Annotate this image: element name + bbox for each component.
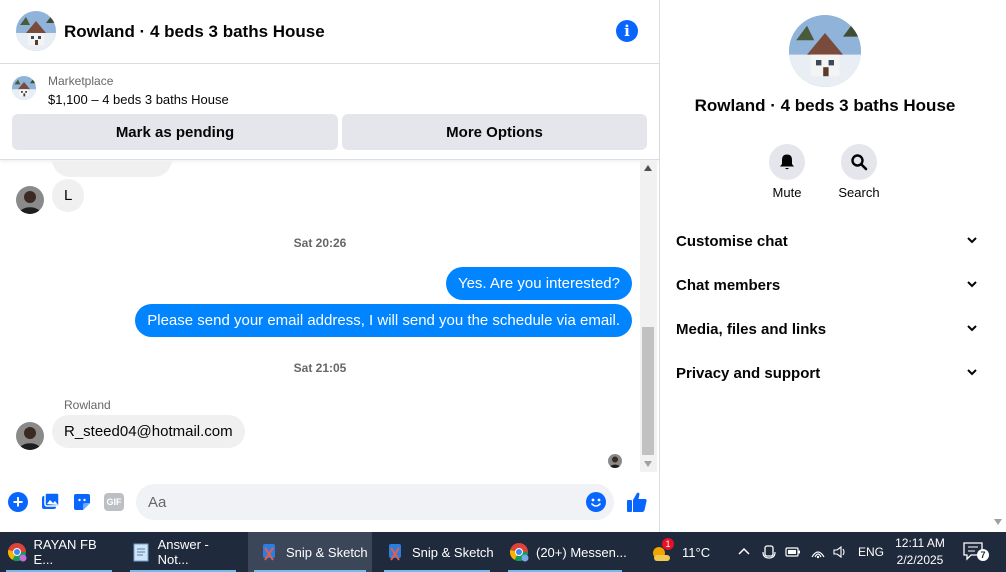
- section-customise-chat[interactable]: Customise chat: [676, 221, 978, 261]
- chat-header: Rowland · 4 beds 3 baths House i: [0, 0, 659, 64]
- notification-count-badge: 7: [977, 549, 989, 561]
- volume-icon[interactable]: [832, 532, 848, 572]
- panel-scroll-down-arrow-icon[interactable]: [994, 519, 1002, 525]
- seen-indicator-avatar: [608, 454, 622, 468]
- bell-icon[interactable]: [769, 144, 805, 180]
- timestamp: Sat 21:05: [293, 361, 347, 375]
- plus-icon[interactable]: +: [8, 492, 28, 512]
- weather-badge: 1: [662, 538, 674, 550]
- weather-widget[interactable]: 1 11°C: [650, 532, 710, 572]
- incoming-message: L: [52, 179, 85, 212]
- marketplace-banner: Marketplace $1,100 – 4 beds 3 baths Hous…: [0, 64, 659, 160]
- clock-time: 12:11 AM: [895, 536, 945, 550]
- mark-as-pending-button[interactable]: Mark as pending: [12, 114, 338, 150]
- sticker-icon[interactable]: [72, 492, 92, 512]
- snip-sketch-icon: [258, 541, 280, 563]
- snip-sketch-icon: [384, 541, 406, 563]
- message-input-box[interactable]: [136, 484, 614, 520]
- taskbar-app-chrome-rayan[interactable]: RAYAN FB E...: [0, 532, 118, 572]
- taskbar-app-chrome-messenger[interactable]: (20+) Messen...: [502, 532, 628, 572]
- wifi-icon[interactable]: [810, 532, 826, 572]
- section-label: Privacy and support: [676, 364, 821, 382]
- incoming-message: R_steed04@hotmail.com: [52, 415, 245, 448]
- sender-avatar[interactable]: [16, 422, 44, 450]
- search-button[interactable]: Search: [824, 144, 894, 200]
- profile-avatar[interactable]: [789, 15, 861, 87]
- message-bubble-partial: [52, 161, 172, 177]
- conversation-title[interactable]: Rowland · 4 beds 3 baths House: [64, 22, 325, 42]
- composer: + GIF: [0, 478, 659, 528]
- section-label: Media, files and links: [676, 320, 827, 338]
- outgoing-message: Yes. Are you interested?: [445, 267, 632, 300]
- sender-avatar[interactable]: [16, 186, 44, 214]
- section-media-files-links[interactable]: Media, files and links: [676, 309, 978, 349]
- taskbar-app-label: Answer - Not...: [157, 537, 209, 567]
- more-options-button[interactable]: More Options: [342, 114, 647, 150]
- chat-pane: Rowland · 4 beds 3 baths House i Marketp…: [0, 0, 660, 532]
- message-input[interactable]: [148, 484, 578, 520]
- message-scrollbar[interactable]: [640, 161, 657, 472]
- meet-now-icon[interactable]: [762, 532, 776, 572]
- search-label: Search: [838, 185, 880, 200]
- taskbar-app-label: Snip & Sketch: [286, 544, 368, 560]
- chevron-down-icon: [966, 233, 978, 250]
- emoji-icon[interactable]: [586, 492, 606, 512]
- taskbar-app-snip-sketch-active[interactable]: Snip & Sketch: [248, 532, 372, 572]
- photo-icon[interactable]: [40, 492, 60, 512]
- profile-title: Rowland · 4 beds 3 baths House: [694, 96, 956, 115]
- scroll-thumb[interactable]: [642, 327, 654, 455]
- chevron-down-icon: [966, 277, 978, 294]
- taskbar-app-notepad[interactable]: Answer - Not...: [124, 532, 242, 572]
- messenger-window: Rowland · 4 beds 3 baths House i Marketp…: [0, 0, 1006, 572]
- conversation-avatar[interactable]: [16, 11, 56, 51]
- weather-temperature: 11°C: [682, 544, 711, 560]
- chevron-down-icon: [966, 321, 978, 338]
- chevron-down-icon: [966, 365, 978, 382]
- windows-taskbar: RAYAN FB E... Answer - Not... Snip & Ske…: [0, 532, 1006, 572]
- message-list: L Sat 20:26 Yes. Are you interested? Ple…: [0, 161, 640, 472]
- chrome-icon: [508, 541, 530, 563]
- mute-button[interactable]: Mute: [752, 144, 822, 200]
- weather-icon: 1: [650, 538, 674, 563]
- listing-thumbnail[interactable]: [12, 76, 36, 100]
- notification-center[interactable]: 7: [962, 532, 989, 572]
- chevron-up-icon[interactable]: [737, 532, 751, 572]
- search-icon[interactable]: [841, 144, 877, 180]
- timestamp: Sat 20:26: [293, 236, 347, 250]
- marketplace-label: Marketplace: [48, 74, 114, 88]
- scroll-down-arrow-icon[interactable]: [644, 461, 652, 467]
- section-privacy-support[interactable]: Privacy and support: [676, 353, 978, 393]
- outgoing-message: Please send your email address, I will s…: [135, 304, 632, 337]
- system-clock[interactable]: 12:11 AM 2/2/2025: [880, 535, 960, 569]
- taskbar-app-label: Snip & Sketch: [412, 544, 494, 560]
- info-icon[interactable]: i: [616, 20, 638, 42]
- section-label: Customise chat: [676, 232, 788, 250]
- battery-icon[interactable]: [785, 532, 801, 572]
- taskbar-app-label: (20+) Messen...: [536, 544, 627, 560]
- gif-icon[interactable]: GIF: [104, 493, 124, 511]
- thumbs-up-icon[interactable]: [625, 490, 649, 514]
- scroll-up-arrow-icon[interactable]: [644, 165, 652, 171]
- chrome-icon: [6, 541, 28, 563]
- conversation-details-panel: Rowland · 4 beds 3 baths House Mute Sear…: [660, 0, 1006, 532]
- mute-label: Mute: [772, 185, 802, 200]
- listing-title[interactable]: $1,100 – 4 beds 3 baths House: [48, 92, 229, 107]
- section-chat-members[interactable]: Chat members: [676, 265, 978, 305]
- notification-icon: 7: [962, 541, 989, 563]
- taskbar-app-label: RAYAN FB E...: [33, 537, 97, 567]
- sender-name: Rowland: [64, 398, 111, 412]
- clock-date: 2/2/2025: [896, 553, 944, 567]
- section-label: Chat members: [676, 276, 781, 294]
- notepad-icon: [130, 541, 152, 563]
- taskbar-app-snip-sketch[interactable]: Snip & Sketch: [378, 532, 496, 572]
